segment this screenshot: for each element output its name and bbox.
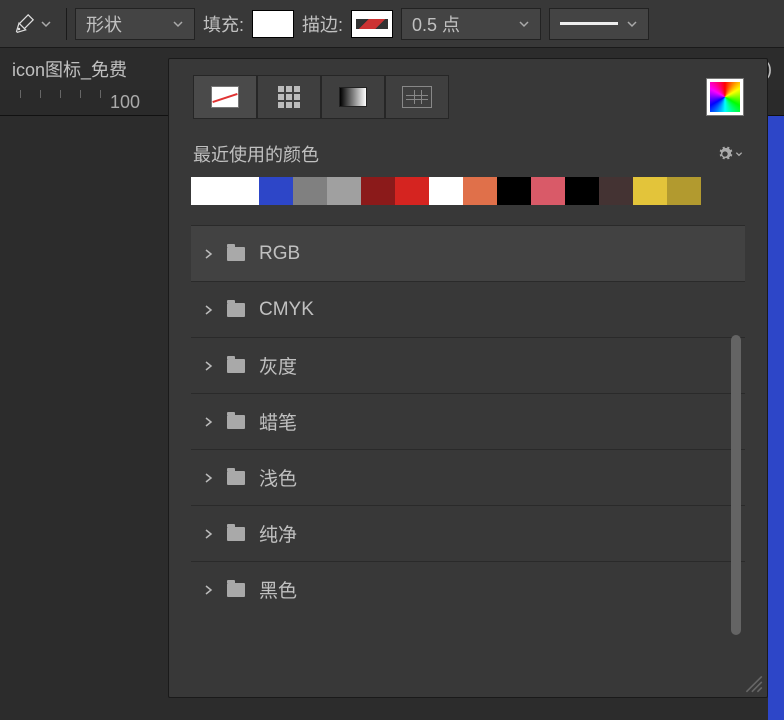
folder-label: 浅色 — [259, 464, 297, 491]
folder-icon — [227, 359, 245, 373]
color-folder-item[interactable]: 浅色 — [191, 449, 745, 505]
chevron-down-icon — [518, 18, 530, 30]
caret-right-icon — [203, 249, 213, 259]
caret-right-icon — [203, 417, 213, 427]
color-folder-list: RGB CMYK 灰度蜡笔浅色纯净黑色 — [169, 217, 767, 625]
color-picker-button[interactable] — [707, 79, 743, 115]
recent-swatch[interactable] — [395, 177, 429, 205]
fill-swatch[interactable] — [252, 10, 294, 38]
document-tab[interactable]: icon图标_免费 — [12, 56, 127, 82]
recent-swatch[interactable] — [191, 177, 225, 205]
fill-label: 填充: — [203, 11, 244, 37]
color-picker-panel: 最近使用的颜色 RGB CMYK 灰度蜡笔浅色纯净黑色 — [168, 58, 768, 698]
tool-mode-label: 形状 — [86, 11, 122, 37]
tool-mode-select[interactable]: 形状 — [75, 8, 195, 40]
recent-swatch[interactable] — [327, 177, 361, 205]
folder-icon — [227, 303, 245, 317]
recent-colors-label: 最近使用的颜色 — [193, 141, 319, 167]
solid-line-icon — [560, 22, 618, 25]
recent-swatch[interactable] — [225, 177, 259, 205]
swatches-tab[interactable] — [257, 75, 321, 119]
chevron-down-icon — [172, 18, 184, 30]
recent-swatch[interactable] — [259, 177, 293, 205]
gear-icon — [717, 146, 733, 162]
folder-icon — [227, 583, 245, 597]
folder-label: 纯净 — [259, 520, 297, 547]
folder-label: 灰度 — [259, 352, 297, 379]
recent-colors-row — [169, 177, 767, 217]
caret-right-icon — [203, 473, 213, 483]
caret-right-icon — [203, 305, 213, 315]
artboard-edge — [768, 116, 784, 720]
recent-swatch[interactable] — [429, 177, 463, 205]
stroke-swatch[interactable] — [351, 10, 393, 38]
line-style-select[interactable] — [549, 8, 649, 40]
caret-right-icon — [203, 585, 213, 595]
color-folder-item[interactable]: 黑色 — [191, 561, 745, 617]
folder-label: CMYK — [259, 299, 314, 321]
recent-swatch[interactable] — [599, 177, 633, 205]
resize-grip-icon[interactable] — [742, 672, 764, 694]
pattern-tab[interactable] — [385, 75, 449, 119]
recent-swatch[interactable] — [361, 177, 395, 205]
chevron-down-icon — [626, 18, 638, 30]
recent-swatch[interactable] — [463, 177, 497, 205]
pen-tool-button[interactable] — [8, 10, 58, 38]
folder-icon — [227, 471, 245, 485]
color-folder-item[interactable]: 灰度 — [191, 337, 745, 393]
no-color-tab[interactable] — [193, 75, 257, 119]
ruler-mark-100: 100 — [110, 92, 140, 113]
caret-right-icon — [203, 529, 213, 539]
chevron-down-icon — [735, 150, 743, 158]
color-folder-item[interactable]: 蜡笔 — [191, 393, 745, 449]
divider — [66, 8, 67, 40]
color-folder-item[interactable]: CMYK — [191, 281, 745, 337]
pen-icon — [14, 14, 34, 34]
caret-right-icon — [203, 361, 213, 371]
color-folder-item[interactable]: 纯净 — [191, 505, 745, 561]
gradient-icon — [339, 87, 367, 107]
folder-label: 蜡笔 — [259, 408, 297, 435]
stroke-width-value: 0.5 点 — [412, 11, 460, 37]
color-folder-item[interactable]: RGB — [191, 225, 745, 281]
folder-icon — [227, 415, 245, 429]
grid-icon — [278, 86, 300, 108]
pattern-icon — [402, 86, 432, 108]
stroke-label: 描边: — [302, 11, 343, 37]
recent-swatch[interactable] — [667, 177, 701, 205]
folder-label: 黑色 — [259, 576, 297, 603]
folder-icon — [227, 527, 245, 541]
options-toolbar: 形状 填充: 描边: 0.5 点 — [0, 0, 784, 48]
folder-label: RGB — [259, 243, 300, 265]
gradient-tab[interactable] — [321, 75, 385, 119]
panel-options-button[interactable] — [717, 146, 743, 162]
stroke-width-select[interactable]: 0.5 点 — [401, 8, 541, 40]
recent-swatch[interactable] — [565, 177, 599, 205]
folder-icon — [227, 247, 245, 261]
no-color-icon — [211, 86, 239, 108]
recent-swatch[interactable] — [293, 177, 327, 205]
chevron-down-icon — [40, 18, 52, 30]
recent-swatch[interactable] — [633, 177, 667, 205]
scrollbar[interactable] — [731, 335, 741, 635]
recent-swatch[interactable] — [497, 177, 531, 205]
recent-swatch[interactable] — [531, 177, 565, 205]
color-mode-tabs — [169, 59, 767, 131]
